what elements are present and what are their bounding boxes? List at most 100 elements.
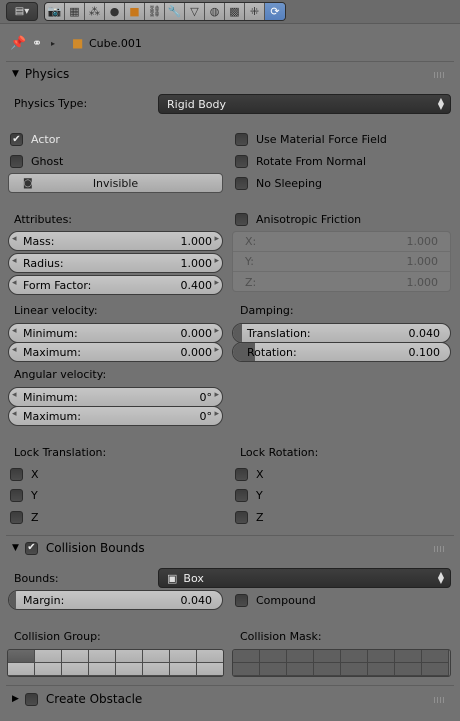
layer-cell[interactable] bbox=[35, 663, 62, 676]
collision-mask-grid[interactable] bbox=[232, 649, 451, 677]
layer-cell[interactable] bbox=[143, 663, 170, 676]
layer-cell[interactable] bbox=[233, 663, 260, 676]
checkbox-box bbox=[235, 177, 248, 190]
lock-rotation-z-checkbox[interactable]: Z bbox=[235, 511, 264, 524]
layer-cell[interactable] bbox=[233, 650, 260, 663]
layer-cell[interactable] bbox=[368, 650, 395, 663]
lock-translation-x-checkbox[interactable]: X bbox=[10, 468, 39, 481]
collision-group-grid[interactable] bbox=[7, 649, 224, 677]
y-label: Y bbox=[256, 489, 263, 502]
layer-cell[interactable] bbox=[116, 650, 143, 663]
render-layers-icon[interactable]: ▦ bbox=[65, 3, 85, 20]
checkbox-box bbox=[235, 511, 248, 524]
angular-velocity-minimum-field[interactable]: Minimum: 0° bbox=[8, 387, 223, 407]
mass-value: 1.000 bbox=[180, 234, 213, 248]
layer-cell[interactable] bbox=[287, 650, 314, 663]
physics-panel-header[interactable]: ▼ Physics bbox=[6, 63, 454, 85]
margin-slider[interactable]: Margin: 0.040 bbox=[8, 590, 223, 610]
anisotropic-friction-checkbox[interactable]: Anisotropic Friction bbox=[235, 213, 361, 226]
aniso-z-field[interactable]: Z: 1.000 bbox=[233, 272, 450, 292]
layer-cell[interactable] bbox=[62, 663, 89, 676]
data-icon[interactable]: ▽ bbox=[185, 3, 205, 20]
linear-velocity-minimum-field[interactable]: Minimum: 0.000 bbox=[8, 323, 223, 343]
layer-cell[interactable] bbox=[116, 663, 143, 676]
mass-field[interactable]: Mass: 1.000 bbox=[8, 231, 223, 251]
layer-cell[interactable] bbox=[8, 650, 35, 663]
layer-cell[interactable] bbox=[314, 650, 341, 663]
damping-translation-label: Translation: bbox=[247, 326, 311, 340]
collision-bounds-enable-checkbox[interactable]: ✔ bbox=[24, 541, 38, 555]
material-icon[interactable]: ◍ bbox=[205, 3, 225, 20]
render-icon[interactable]: 📷 bbox=[45, 3, 65, 20]
aniso-x-field[interactable]: X: 1.000 bbox=[233, 232, 450, 252]
collapse-arrow-icon: ▼ bbox=[12, 543, 19, 553]
form-factor-label: Form Factor: bbox=[23, 278, 92, 292]
aniso-x-label: X: bbox=[245, 235, 257, 248]
editor-type-button[interactable]: ▤▾ bbox=[6, 2, 38, 21]
collision-bounds-panel-header[interactable]: ▼ ✔ Collision Bounds bbox=[6, 537, 454, 559]
layer-cell[interactable] bbox=[287, 663, 314, 676]
layer-cell[interactable] bbox=[197, 663, 223, 676]
layer-cell[interactable] bbox=[422, 650, 449, 663]
physics-type-value: Rigid Body bbox=[167, 97, 226, 111]
damping-translation-slider[interactable]: Translation: 0.040 bbox=[232, 323, 451, 343]
damping-rotation-slider[interactable]: Rotation: 0.100 bbox=[232, 342, 451, 362]
use-material-force-field-checkbox[interactable]: Use Material Force Field bbox=[235, 133, 387, 146]
layer-cell[interactable] bbox=[197, 650, 223, 663]
angular-velocity-maximum-field[interactable]: Maximum: 0° bbox=[8, 406, 223, 426]
use-material-force-field-label: Use Material Force Field bbox=[256, 133, 387, 146]
drag-grip-icon[interactable] bbox=[434, 546, 446, 552]
layer-cell[interactable] bbox=[35, 650, 62, 663]
texture-icon[interactable]: ▩ bbox=[225, 3, 245, 20]
form-factor-field[interactable]: Form Factor: 0.400 bbox=[8, 275, 223, 295]
constraint-icon[interactable]: ⛓ bbox=[145, 3, 165, 20]
lock-translation-z-checkbox[interactable]: Z bbox=[10, 511, 39, 524]
create-obstacle-enable-checkbox[interactable] bbox=[24, 692, 38, 706]
lock-translation-y-checkbox[interactable]: Y bbox=[10, 489, 38, 502]
layer-cell[interactable] bbox=[341, 650, 368, 663]
layer-cell[interactable] bbox=[62, 650, 89, 663]
aniso-z-value: 1.000 bbox=[406, 275, 439, 289]
layer-cell[interactable] bbox=[89, 650, 116, 663]
rotate-from-normal-checkbox[interactable]: Rotate From Normal bbox=[235, 155, 366, 168]
lock-rotation-x-checkbox[interactable]: X bbox=[235, 468, 264, 481]
drag-grip-icon[interactable] bbox=[434, 697, 446, 703]
up-down-arrows-icon: ▲ ▼ bbox=[437, 96, 444, 111]
layer-cell[interactable] bbox=[341, 663, 368, 676]
bounds-dropdown[interactable]: ▣ Box ▲ ▼ bbox=[158, 568, 451, 588]
create-obstacle-title: Create Obstacle bbox=[45, 692, 143, 706]
ghost-checkbox[interactable]: Ghost bbox=[10, 155, 63, 168]
create-obstacle-panel-header[interactable]: ▶ Create Obstacle bbox=[6, 688, 454, 710]
layer-cell[interactable] bbox=[260, 663, 287, 676]
drag-grip-icon[interactable] bbox=[434, 72, 446, 78]
no-sleeping-checkbox[interactable]: No Sleeping bbox=[235, 177, 322, 190]
particles-icon[interactable]: ⁜ bbox=[245, 3, 265, 20]
physics-type-dropdown[interactable]: Rigid Body ▲ ▼ bbox=[158, 94, 451, 114]
layer-cell[interactable] bbox=[422, 663, 449, 676]
layer-cell[interactable] bbox=[89, 663, 116, 676]
layer-cell[interactable] bbox=[8, 663, 35, 676]
world-icon[interactable]: ● bbox=[105, 3, 125, 20]
lock-translation-label: Lock Translation: bbox=[14, 446, 107, 459]
layer-cell[interactable] bbox=[368, 663, 395, 676]
actor-checkbox[interactable]: ✔ Actor bbox=[10, 133, 60, 146]
layer-cell[interactable] bbox=[395, 663, 422, 676]
linear-velocity-maximum-field[interactable]: Maximum: 0.000 bbox=[8, 342, 223, 362]
layer-cell[interactable] bbox=[170, 650, 197, 663]
layer-cell[interactable] bbox=[143, 650, 170, 663]
invisible-toggle[interactable]: ◙ Invisible bbox=[8, 173, 223, 193]
compound-checkbox[interactable]: Compound bbox=[235, 594, 316, 607]
radius-field[interactable]: Radius: 1.000 bbox=[8, 253, 223, 273]
bounds-label: Bounds: bbox=[14, 572, 59, 585]
layer-cell[interactable] bbox=[314, 663, 341, 676]
modifier-icon[interactable]: 🔧 bbox=[165, 3, 185, 20]
object-icon[interactable]: ■ bbox=[125, 3, 145, 20]
layer-cell[interactable] bbox=[395, 650, 422, 663]
aniso-y-field[interactable]: Y: 1.000 bbox=[233, 252, 450, 272]
scene-icon[interactable]: ⁂ bbox=[85, 3, 105, 20]
layer-cell[interactable] bbox=[260, 650, 287, 663]
physics-icon[interactable]: ⟳ bbox=[265, 3, 285, 20]
pin-icon[interactable]: 📌 bbox=[10, 36, 26, 51]
lock-rotation-y-checkbox[interactable]: Y bbox=[235, 489, 263, 502]
layer-cell[interactable] bbox=[170, 663, 197, 676]
